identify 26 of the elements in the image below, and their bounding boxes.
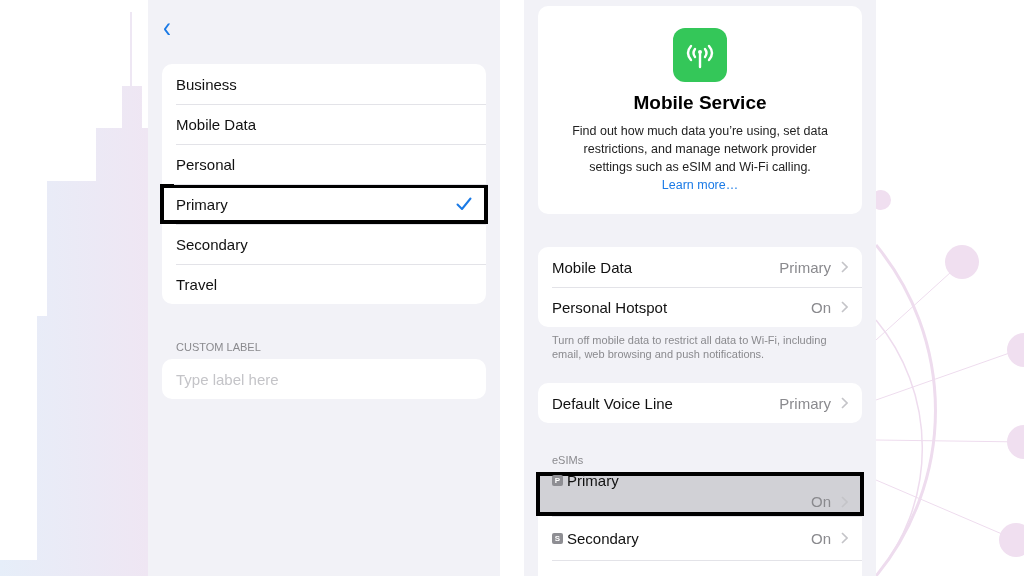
sim-badge: S — [552, 532, 563, 544]
section-header: CUSTOM LABEL — [176, 341, 262, 353]
settings-row[interactable]: Default Voice Line Primary — [538, 383, 862, 423]
label-option[interactable]: Primary — [160, 184, 488, 224]
learn-more-link[interactable]: Learn more… — [661, 178, 739, 192]
footnote-text: Turn off mobile data to restrict all data to Wi-Fi, including email, web browsing and push notifications. — [552, 333, 828, 361]
label-input-field[interactable]: Type label here — [162, 359, 486, 399]
esim-row[interactable]: S Secondary On — [538, 516, 862, 560]
description-text: Find out how much data you’re using, set data restrictions, and manage network provider settings such as eSIM and Wi-Fi calling. Learn more… — [571, 123, 829, 194]
antenna-icon — [673, 28, 727, 82]
sim-badge: P — [552, 475, 563, 486]
label-option[interactable]: Secondary — [162, 224, 486, 264]
back-button[interactable]: ‹ — [159, 12, 175, 42]
settings-row[interactable]: Personal Hotspot On — [538, 287, 862, 327]
page-title: Mobile Service — [633, 92, 767, 114]
label-option[interactable]: Personal — [162, 144, 486, 184]
label-option[interactable]: Mobile Data — [162, 104, 486, 144]
section-header: eSIMs — [552, 454, 585, 466]
chevron-icon — [841, 532, 848, 544]
chevron-icon — [841, 261, 848, 273]
label-option[interactable]: Business — [162, 64, 486, 104]
chevron-icon — [841, 301, 848, 313]
settings-row[interactable]: Mobile Data Primary — [538, 247, 862, 287]
esim-row[interactable]: P Primary On — [536, 472, 864, 516]
label-option[interactable]: Travel — [162, 264, 486, 304]
chevron-icon — [841, 397, 848, 409]
